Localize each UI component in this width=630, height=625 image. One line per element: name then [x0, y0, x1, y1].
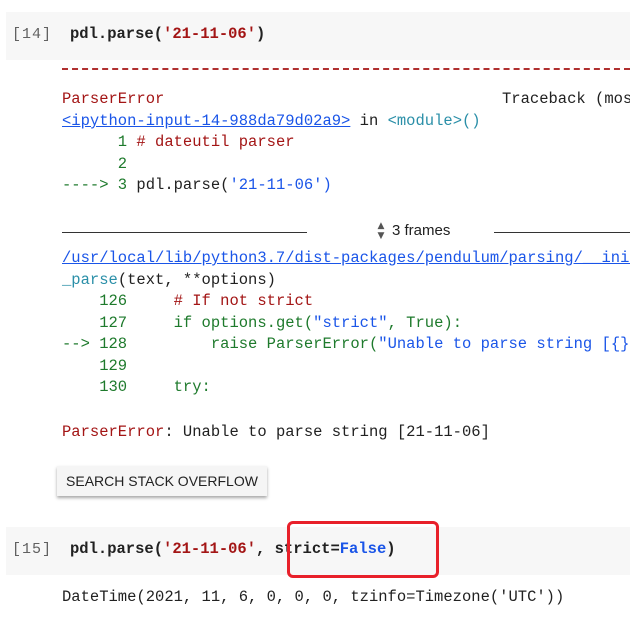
- divider-line: [62, 232, 307, 233]
- source-line-126: 126 # If not strict: [62, 291, 313, 311]
- string-literal: '21-11-06': [163, 540, 257, 558]
- function-name: _parse: [62, 271, 118, 289]
- context-line-3: ----> 3 pdl.parse('21-11-06'): [62, 175, 332, 195]
- expand-collapse-icon[interactable]: ▲ ▼: [374, 221, 388, 243]
- line-number: 129: [62, 357, 128, 375]
- function-args: (text, **options): [117, 271, 276, 289]
- line-number-arrow: ----> 3: [62, 176, 128, 194]
- line-number: 130: [62, 378, 128, 396]
- traceback-location: <ipython-input-14-988da79d02a9> in <modu…: [62, 111, 481, 131]
- code-text: ): [322, 176, 332, 194]
- line-number: 1: [62, 133, 128, 151]
- in-text: in: [350, 112, 388, 130]
- file-path: /usr/local/lib/python3.7/dist-packages/p…: [62, 248, 630, 268]
- context-line-1: 1 # dateutil parser: [62, 132, 295, 152]
- function-signature: _parse(text, **options): [62, 270, 276, 290]
- frames-label[interactable]: 3 frames: [392, 222, 450, 239]
- error-name: ParserError: [62, 423, 165, 441]
- code-input[interactable]: pdl.parse('21-11-06', strict=False): [70, 540, 396, 558]
- source-line-130: 130 try:: [62, 377, 211, 397]
- code-text: ): [256, 25, 266, 43]
- code-text: if options.get(: [127, 314, 314, 332]
- code-text: , strict=: [256, 540, 340, 558]
- search-stack-overflow-button[interactable]: SEARCH STACK OVERFLOW: [57, 466, 267, 496]
- source-line-128: --> 128 raise ParserError("Unable to par…: [62, 334, 630, 354]
- line-number-arrow: --> 128: [62, 335, 128, 353]
- line-number: 2: [62, 155, 128, 173]
- keyword-literal: False: [339, 540, 387, 558]
- divider-line: [494, 232, 630, 233]
- error-name: ParserError: [62, 90, 165, 108]
- file-path-link[interactable]: /usr/local/lib/python3.7/dist-packages/p…: [62, 249, 630, 267]
- traceback-header: Traceback (most recent call last): [502, 90, 630, 108]
- code-text: pdl.parse(: [127, 176, 230, 194]
- string-literal: "Unable to parse string [{}]": [378, 335, 630, 353]
- code-text: raise ParserError(: [127, 335, 379, 353]
- cell-output: DateTime(2021, 11, 6, 0, 0, 0, tzinfo=Ti…: [62, 588, 565, 606]
- string-literal: '21-11-06': [229, 176, 323, 194]
- collapsed-frames-toggle[interactable]: ▲ ▼ 3 frames: [62, 221, 630, 243]
- execution-count: [15]: [12, 541, 53, 558]
- comment-text: # dateutil parser: [127, 133, 295, 151]
- string-literal: '21-11-06': [163, 25, 257, 43]
- line-number: 126: [62, 292, 128, 310]
- final-error: ParserError: Unable to parse string [21-…: [62, 422, 490, 442]
- code-text: , True):: [387, 314, 462, 332]
- code-input[interactable]: pdl.parse('21-11-06'): [70, 25, 265, 43]
- ipython-input-link[interactable]: <ipython-input-14-988da79d02a9>: [62, 112, 350, 130]
- code-cell-14[interactable]: [14] pdl.parse('21-11-06'): [6, 12, 630, 60]
- source-line-129: 129: [62, 356, 127, 376]
- code-text: pdl.parse(: [70, 25, 164, 43]
- code-cell-15[interactable]: [15] pdl.parse('21-11-06', strict=False): [6, 527, 630, 575]
- code-text: pdl.parse(: [70, 540, 164, 558]
- error-message: : Unable to parse string [21-11-06]: [164, 423, 490, 441]
- line-number: 127: [62, 314, 128, 332]
- comment-text: # If not strict: [127, 292, 314, 310]
- traceback-divider: [62, 68, 630, 74]
- source-line-127: 127 if options.get("strict", True):: [62, 313, 462, 333]
- context-line-2: 2: [62, 154, 127, 174]
- execution-count: [14]: [12, 26, 53, 43]
- code-text: ): [386, 540, 396, 558]
- code-text: try:: [127, 378, 211, 396]
- string-literal: "strict": [313, 314, 388, 332]
- module-name: <module>(): [387, 112, 481, 130]
